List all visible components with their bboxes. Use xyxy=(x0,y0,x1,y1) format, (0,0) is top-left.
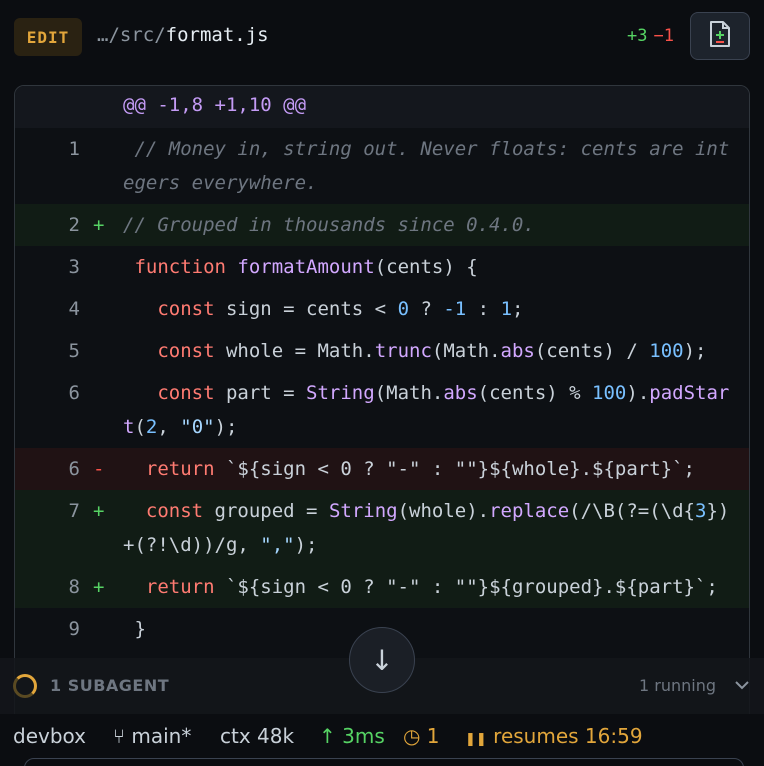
line-number: 6 xyxy=(68,458,80,480)
diff-line-removed: 6 - return `${sign < 0 ? "-" : ""}${whol… xyxy=(15,448,749,490)
git-branch[interactable]: ⑂ main* xyxy=(113,724,191,748)
deletions-count: −1 xyxy=(653,26,674,46)
latency: ↑ 3ms xyxy=(319,724,385,748)
arrow-down-icon: ↓ xyxy=(370,643,394,677)
file-diff-icon xyxy=(708,20,732,52)
hunk-header-text: @@ -1,8 +1,10 @@ xyxy=(123,94,307,116)
diff-marker: + xyxy=(93,500,105,522)
diff-marker: + xyxy=(93,576,105,598)
branch-name: main* xyxy=(131,724,192,748)
code-text: return `${sign < 0 ? "-" : ""}${whole}.$… xyxy=(145,458,695,480)
chevron-down-icon[interactable] xyxy=(734,676,750,695)
open-file-button[interactable] xyxy=(690,12,750,60)
scroll-to-bottom-button[interactable]: ↓ xyxy=(349,627,415,693)
line-number: 5 xyxy=(68,340,80,362)
file-path[interactable]: …/src/format.js xyxy=(97,24,269,46)
context-size: ctx 48k xyxy=(220,724,295,748)
diff-marker: + xyxy=(93,214,105,236)
code-text: const part = String(Math.abs(cents) % 10… xyxy=(123,382,730,438)
diff-line: 1 // Money in, string out. Never floats:… xyxy=(15,128,749,204)
additions-count: +3 xyxy=(627,26,648,46)
line-number: 4 xyxy=(68,298,80,320)
code-text: function formatAmount(cents) { xyxy=(134,256,478,278)
line-number: 9 xyxy=(68,618,80,640)
code-text: const sign = cents < 0 ? -1 : 1; xyxy=(157,298,524,320)
line-number: 2 xyxy=(68,214,80,236)
diff-line: 5 const whole = Math.trunc(Math.abs(cent… xyxy=(15,330,749,372)
code-text: // Money in, string out. Never floats: c… xyxy=(123,138,730,194)
line-number: 3 xyxy=(68,256,80,278)
diff-line-added: 7 + const grouped = String(whole).replac… xyxy=(15,490,749,566)
line-number: 1 xyxy=(68,138,80,160)
line-number: 8 xyxy=(68,576,80,598)
subagent-label: 1 SUBAGENT xyxy=(50,676,170,695)
timer: ◷ 1 xyxy=(403,724,440,748)
diff-line: 6 const part = String(Math.abs(cents) % … xyxy=(15,372,749,448)
code-text: // Grouped in thousands since 0.4.0. xyxy=(123,214,535,236)
edit-badge: EDIT xyxy=(14,18,82,56)
diff-line-added: 2 + // Grouped in thousands since 0.4.0. xyxy=(15,204,749,246)
line-number: 6 xyxy=(68,382,80,404)
diff-line: 4 const sign = cents < 0 ? -1 : 1; xyxy=(15,288,749,330)
spinner-icon xyxy=(13,674,37,698)
code-text: const grouped = String(whole).replace(/\… xyxy=(123,500,730,556)
resume-status: ❚❚ resumes 16:59 xyxy=(465,724,643,748)
code-text: return `${sign < 0 ? "-" : ""}${grouped}… xyxy=(145,576,718,598)
line-number: 7 xyxy=(68,500,80,522)
code-text: const whole = Math.trunc(Math.abs(cents)… xyxy=(157,340,707,362)
tool-header: EDIT …/src/format.js +3 −1 xyxy=(0,0,764,76)
resume-time: resumes 16:59 xyxy=(493,724,643,748)
running-count: 1 running xyxy=(638,676,716,695)
pause-icon: ❚❚ xyxy=(465,732,487,747)
code-text: } xyxy=(123,618,146,640)
path-directory: …/src/ xyxy=(97,24,166,46)
diff-line: 3 function formatAmount(cents) { xyxy=(15,246,749,288)
input-box-edge[interactable] xyxy=(24,758,744,766)
path-filename: format.js xyxy=(165,24,269,46)
diff-marker: - xyxy=(93,458,105,480)
branch-icon: ⑂ xyxy=(113,724,125,748)
host-name: devbox xyxy=(13,724,86,748)
diff-line-added: 8 + return `${sign < 0 ? "-" : ""}${grou… xyxy=(15,566,749,608)
diff-stat: +3 −1 xyxy=(627,26,674,46)
hunk-header: @@ -1,8 +1,10 @@ xyxy=(15,86,749,128)
